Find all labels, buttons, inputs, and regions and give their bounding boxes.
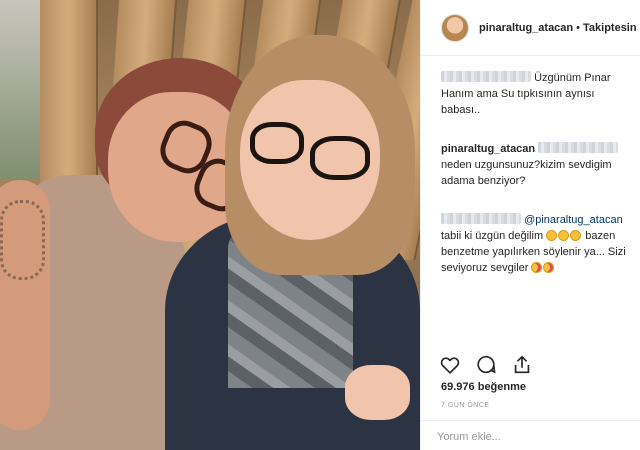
add-comment-input[interactable]: [437, 429, 627, 445]
likes-number: 69.976: [441, 381, 475, 393]
kiss-emoji-icon: [543, 262, 555, 273]
comments-list: Üzgünüm Pınar Hanım ama Su tıpkısının ay…: [441, 70, 631, 299]
post-timestamp[interactable]: 7 GÜN ÖNCE: [441, 402, 490, 409]
post-side-panel: pinaraltug_atacan • Takiptesin Üzgünüm P…: [420, 0, 640, 450]
girl-glasses: [250, 122, 304, 164]
girl-glasses: [310, 136, 370, 180]
smile-emoji-icon: [570, 230, 582, 241]
blurred-username: [441, 213, 521, 224]
post-header: pinaraltug_atacan • Takiptesin: [421, 0, 640, 56]
avatar[interactable]: [441, 13, 469, 42]
add-comment-bar: [421, 420, 640, 450]
smile-emoji-icon: [546, 230, 558, 241]
comment-text: tabii ki üzgün değilim: [441, 230, 544, 242]
comment-item: @pinaraltug_atacan tabii ki üzgün değili…: [441, 212, 631, 276]
comment-bubble-icon[interactable]: [475, 354, 497, 376]
likes-count[interactable]: 69.976 beğenme: [441, 381, 526, 393]
comment-text: neden uzgunsunuz?kizim sevdigim adama be…: [441, 159, 612, 187]
heart-outline-icon[interactable]: [439, 354, 461, 376]
comment-item: pinaraltug_atacan neden uzgunsunuz?kizim…: [441, 141, 631, 189]
header-separator: •: [576, 21, 580, 34]
comment-item: Üzgünüm Pınar Hanım ama Su tıpkısının ay…: [441, 70, 631, 118]
post-actions: [439, 354, 533, 376]
likes-label: beğenme: [477, 381, 527, 393]
comment-username[interactable]: pinaraltug_atacan: [441, 143, 535, 155]
girl-hand: [345, 365, 410, 420]
post-photo[interactable]: [0, 0, 420, 450]
smile-emoji-icon: [558, 230, 570, 241]
blurred-username: [441, 71, 531, 82]
follow-status-button[interactable]: Takiptesin: [583, 22, 637, 34]
kiss-emoji-icon: [531, 262, 543, 273]
comment-mention[interactable]: @pinaraltug_atacan: [524, 214, 623, 226]
blurred-mention: [538, 142, 619, 153]
post-username[interactable]: pinaraltug_atacan: [479, 22, 573, 34]
tattoo: [0, 200, 45, 280]
share-icon[interactable]: [511, 354, 533, 376]
